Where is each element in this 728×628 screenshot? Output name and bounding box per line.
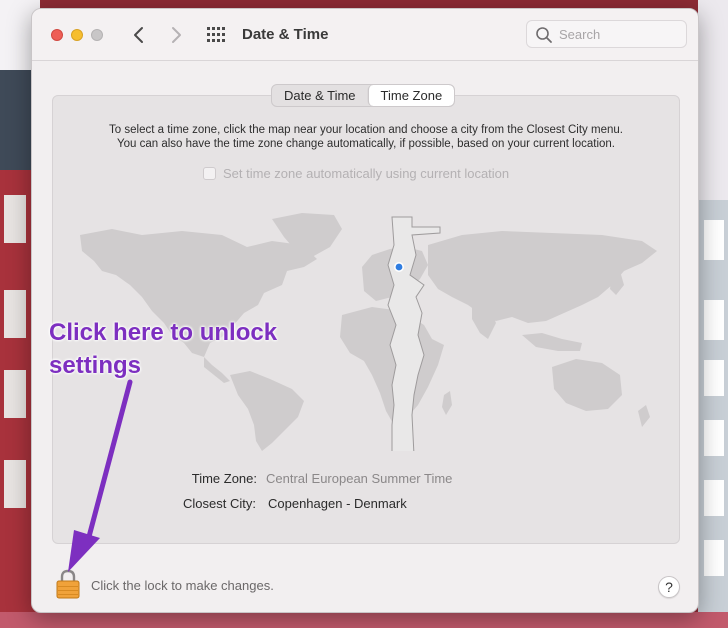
titlebar: Date & Time — [32, 9, 698, 61]
tab-date-time[interactable]: Date & Time — [272, 85, 368, 106]
auto-time-zone-label: Set time zone automatically using curren… — [223, 166, 510, 181]
zoom-button — [91, 29, 103, 41]
search-field[interactable] — [526, 20, 687, 48]
tab-bar: Date & Time Time Zone — [271, 84, 456, 107]
annotation-callout: Click here to unlock settings — [49, 319, 278, 379]
window-title: Date & Time — [242, 26, 329, 43]
search-icon — [536, 27, 552, 43]
grid-icon[interactable] — [206, 26, 226, 44]
lock-message: Click the lock to make changes. — [91, 578, 274, 593]
time-zone-value: Central European Summer Time — [266, 471, 453, 486]
auto-time-zone-checkbox — [203, 167, 216, 180]
help-icon: ? — [665, 579, 673, 595]
forward-chevron-icon[interactable] — [165, 23, 187, 47]
tab-time-zone[interactable]: Time Zone — [367, 85, 455, 106]
close-button[interactable] — [51, 29, 63, 41]
time-zone-label: Time Zone: — [191, 471, 257, 486]
instructions-line-1: To select a time zone, click the map nea… — [109, 124, 623, 136]
closest-city-label: Closest City: — [183, 496, 256, 511]
help-button[interactable]: ? — [658, 576, 680, 598]
minimize-button[interactable] — [71, 29, 83, 41]
instructions-line-2: You can also have the time zone change a… — [117, 138, 615, 150]
auto-time-zone-row: Set time zone automatically using curren… — [203, 166, 509, 181]
closest-city-dropdown[interactable]: Copenhagen - Denmark — [268, 496, 407, 511]
instructions-text: To select a time zone, click the map nea… — [72, 123, 660, 151]
desktop-bottom-strip — [0, 612, 728, 628]
annotation-arrow-icon — [68, 379, 133, 572]
back-chevron-icon[interactable] — [128, 23, 150, 47]
search-input[interactable] — [557, 25, 677, 44]
